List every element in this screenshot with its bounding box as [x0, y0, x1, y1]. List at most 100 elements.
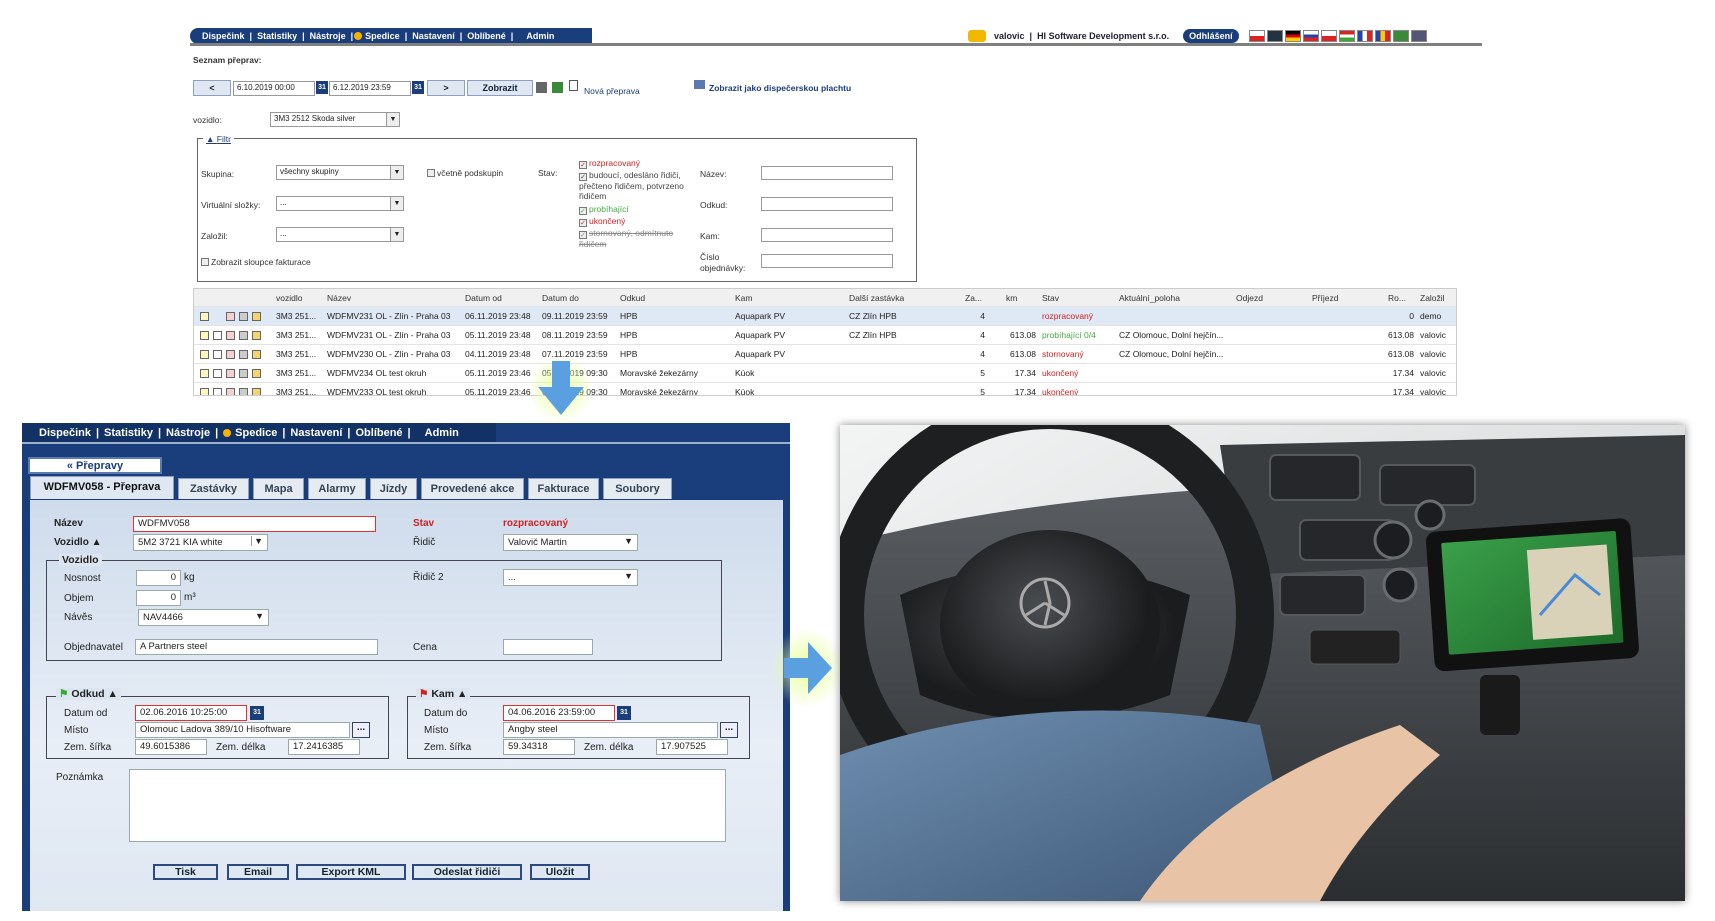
virtual-select[interactable]: ... ▼: [276, 196, 404, 211]
board-icon[interactable]: [694, 80, 705, 89]
pdf-icon[interactable]: [226, 350, 235, 359]
filter-to-input[interactable]: [761, 228, 893, 242]
back-to-transports-button[interactable]: « Přepravy: [28, 457, 162, 474]
flag-fr-icon[interactable]: [1356, 30, 1373, 42]
save-button[interactable]: Uložit: [530, 864, 590, 880]
calendar-icon[interactable]: 31: [250, 706, 264, 720]
from-date-input[interactable]: 02.06.2016 10:25:00: [135, 705, 247, 721]
edit-icon[interactable]: [200, 350, 209, 359]
from-lon-input[interactable]: 17.2416385: [288, 739, 360, 755]
state-check-finished[interactable]: ✓ ukončený: [579, 216, 625, 227]
calendar-from-icon[interactable]: 31: [316, 81, 328, 94]
col-next-stop[interactable]: Další zastávka: [849, 293, 904, 303]
load-input[interactable]: 0: [136, 570, 181, 586]
next-date-button[interactable]: >: [427, 80, 465, 96]
col-position[interactable]: Aktuální_poloha: [1119, 293, 1180, 303]
excel-icon[interactable]: [1392, 30, 1409, 42]
flag-pl-icon[interactable]: [1320, 30, 1337, 42]
edit-icon[interactable]: [200, 388, 209, 395]
subgroups-checkbox[interactable]: včetně podskupin: [427, 168, 503, 178]
pdf-icon[interactable]: [226, 369, 235, 378]
print-icon[interactable]: [239, 350, 248, 359]
tab-rides[interactable]: Jízdy: [370, 478, 417, 499]
copy-icon[interactable]: [213, 331, 222, 340]
tab-actions[interactable]: Provedené akce: [421, 478, 524, 499]
export-kml-button[interactable]: Export KML: [296, 864, 406, 880]
col-name[interactable]: Název: [327, 293, 351, 303]
tab-transport[interactable]: WDFMV058 - Přeprava: [30, 476, 174, 499]
show-button[interactable]: Zobrazit: [467, 80, 533, 96]
filter-name-input[interactable]: [761, 166, 893, 180]
print-icon[interactable]: [239, 312, 248, 321]
new-transport-link[interactable]: Nová přeprava: [584, 86, 640, 96]
table-row[interactable]: 3M3 251... WDFMV234 OL test okruh 05.11.20…: [194, 364, 1456, 383]
name-input[interactable]: WDFMV058: [133, 516, 376, 532]
calendar-icon[interactable]: 31: [617, 706, 631, 720]
filter-order-input[interactable]: [761, 254, 893, 268]
founder-select[interactable]: ... ▼: [276, 227, 404, 242]
col-from[interactable]: Odkud: [620, 293, 645, 303]
print-icon[interactable]: [239, 369, 248, 378]
from-place-picker-button[interactable]: ...: [352, 722, 370, 738]
tab-files[interactable]: Soubory: [603, 478, 672, 499]
nav-statistiky[interactable]: Statistiky: [253, 31, 301, 41]
vehicle-select[interactable]: 3M3 2512 Skoda silver ▼: [270, 112, 400, 127]
col-arrival[interactable]: Příjezd: [1312, 293, 1338, 303]
flag-en-icon[interactable]: [1266, 30, 1283, 42]
col-stops[interactable]: Za...: [965, 293, 982, 303]
price-input[interactable]: [503, 639, 593, 655]
col-state[interactable]: Stav: [1042, 293, 1059, 303]
edit-icon[interactable]: [200, 369, 209, 378]
dispatch-board-link[interactable]: Zobrazit jako dispečerskou plachtu: [709, 83, 851, 93]
col-ro[interactable]: Ro...: [1388, 293, 1406, 303]
mail-icon[interactable]: [252, 312, 261, 321]
filter-toggle[interactable]: ▲ Filtr: [203, 134, 234, 144]
new-document-icon[interactable]: [569, 80, 578, 91]
table-row[interactable]: 3M3 251... WDFMV230 OL - Zlín - Praha 03 0…: [194, 345, 1456, 364]
col-vehicle[interactable]: vozidlo: [276, 293, 302, 303]
trailer-select[interactable]: NAV4466 ▼: [138, 609, 269, 626]
nav-spedice[interactable]: Spedice: [234, 427, 282, 439]
from-lat-input[interactable]: 49.6015386: [135, 739, 207, 755]
nav-statistiky[interactable]: Statistiky: [99, 427, 158, 439]
nav-oblibene[interactable]: Oblíbené: [463, 31, 510, 41]
flag-hu-icon[interactable]: [1338, 30, 1355, 42]
nav-spedice[interactable]: Spedice: [365, 31, 404, 41]
nav-nastaveni[interactable]: Nastavení: [408, 31, 459, 41]
table-row[interactable]: 3M3 251... WDFMV231 OL - Zlín - Praha 03 0…: [194, 307, 1456, 326]
col-founder[interactable]: Založil: [1420, 293, 1445, 303]
mail-icon[interactable]: [252, 350, 261, 359]
nav-nastroje[interactable]: Nástroje: [161, 427, 215, 439]
flag-sk-icon[interactable]: [1302, 30, 1319, 42]
to-place-picker-button[interactable]: ...: [720, 722, 738, 738]
prev-date-button[interactable]: <: [193, 80, 231, 96]
customer-input[interactable]: A Partners steel: [135, 639, 378, 655]
group-select[interactable]: všechny skupiny ▼: [276, 165, 404, 180]
note-textarea[interactable]: [129, 769, 726, 842]
to-date-input[interactable]: 04.06.2016 23:59:00: [503, 705, 615, 721]
state-check-draft[interactable]: ✓ rozpracovaný: [579, 158, 640, 169]
state-check-running[interactable]: ✓ probíhající: [579, 204, 629, 215]
nav-nastroje[interactable]: Nástroje: [306, 31, 350, 41]
print-icon[interactable]: [536, 82, 547, 93]
table-row[interactable]: 3M3 251... WDFMV233 OL test okruh 05.11.20…: [194, 383, 1456, 395]
filter-from-input[interactable]: [761, 197, 893, 211]
vehicle-select[interactable]: 5M2 3721 KIA white ▼: [133, 534, 268, 551]
state-check-cancelled[interactable]: ✓ stornovaný, odmítnuto řidičem: [579, 228, 691, 249]
state-check-future[interactable]: ✓ budoucí, odesláno řidiči, přečteno řidi…: [579, 170, 691, 201]
to-lat-input[interactable]: 59.34318: [503, 739, 575, 755]
logout-button[interactable]: Odhlášení: [1183, 29, 1239, 43]
col-to[interactable]: Kam: [735, 293, 752, 303]
flag-ro-icon[interactable]: [1374, 30, 1391, 42]
copy-icon[interactable]: [213, 388, 222, 395]
date-from-input[interactable]: 6.10.2019 00:00: [233, 81, 315, 96]
col-date-to[interactable]: Datum do: [542, 293, 579, 303]
copy-icon[interactable]: [213, 350, 222, 359]
volume-input[interactable]: 0: [136, 590, 181, 606]
print-button[interactable]: Tisk: [153, 864, 218, 880]
mail-icon[interactable]: [252, 369, 261, 378]
mail-icon[interactable]: [252, 331, 261, 340]
nav-oblibene[interactable]: Oblíbené: [350, 427, 407, 439]
edit-icon[interactable]: [200, 312, 209, 321]
nav-admin[interactable]: Admin: [411, 427, 464, 439]
